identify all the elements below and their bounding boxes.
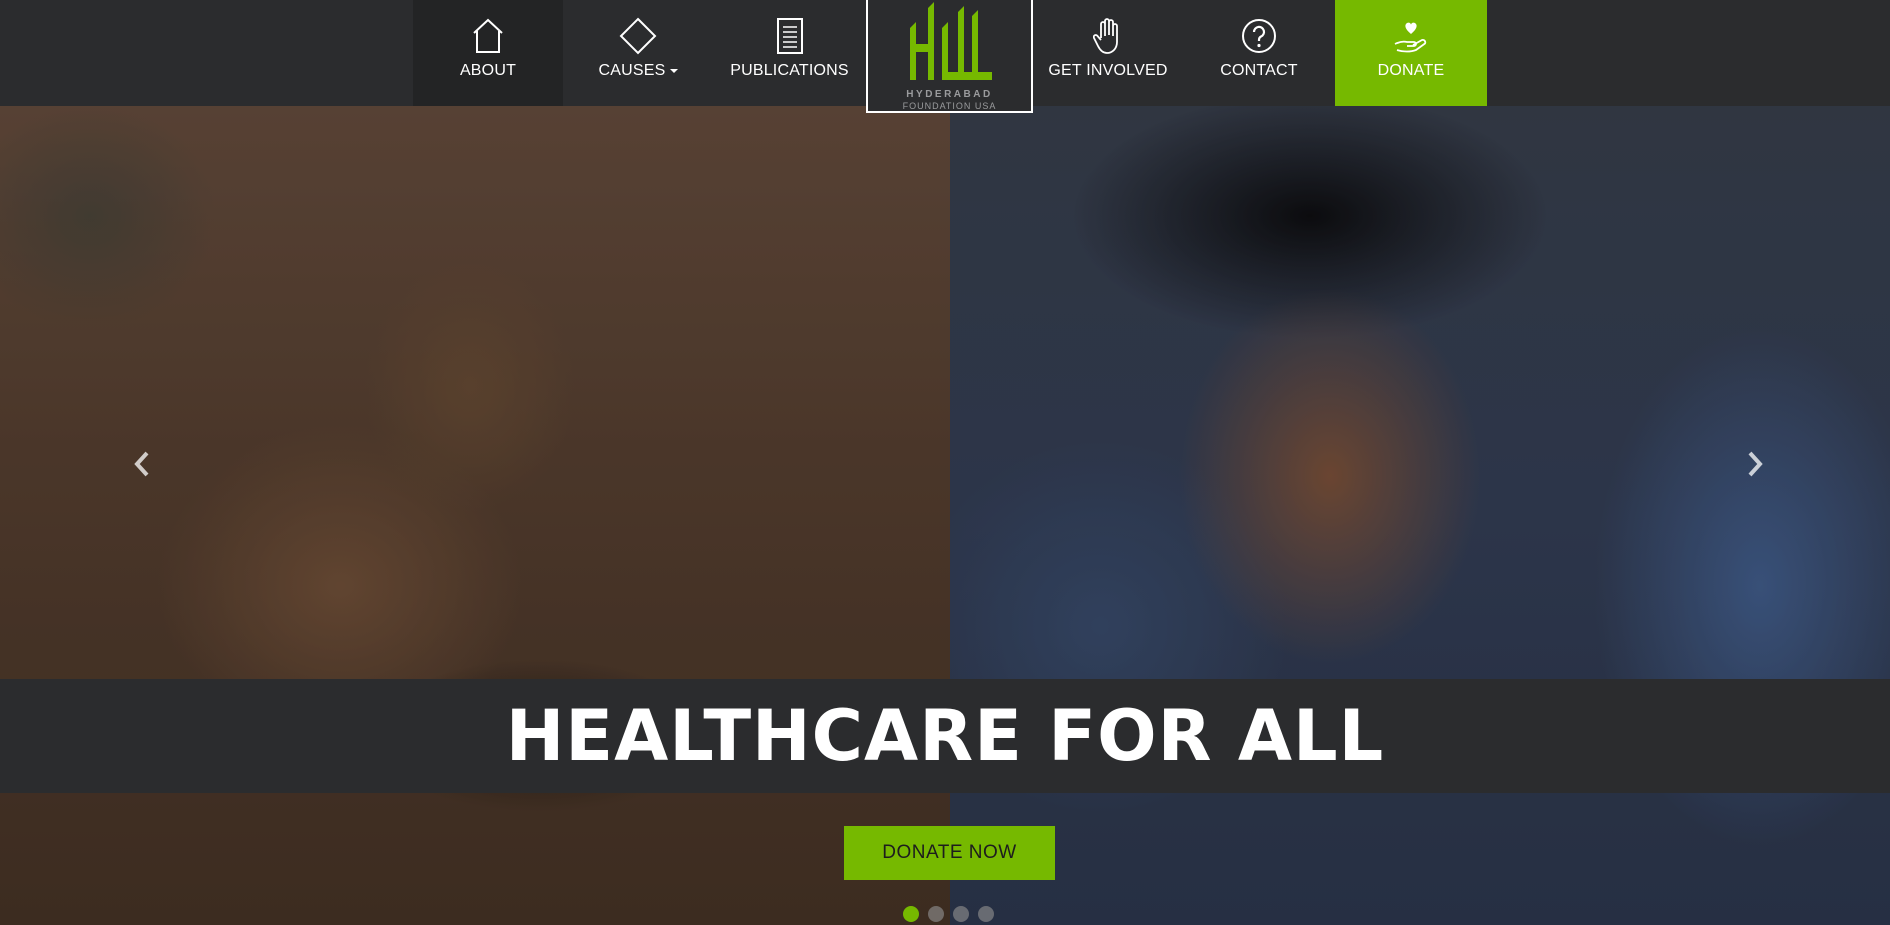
chevron-left-icon [132,449,152,484]
hero-carousel: HEALTHCARE FOR ALL DONATE NOW [0,106,1890,925]
hero-overlay [0,106,1890,925]
chevron-down-icon [669,68,678,73]
logo-text-hyderabad: HYDERABAD [906,89,993,100]
heart-in-hand-icon [1391,16,1431,56]
nav-item-contact[interactable]: CONTACT [1183,0,1335,106]
headline-band: HEALTHCARE FOR ALL [0,679,1890,793]
nav-item-label: ABOUT [459,62,517,79]
nav-item-label: PUBLICATIONS [730,62,849,79]
carousel-dot[interactable] [978,906,994,922]
house-icon [471,16,505,56]
carousel-dot[interactable] [928,906,944,922]
nav-item-label: CAUSES [598,62,666,79]
carousel-prev-button[interactable] [122,446,162,486]
page: ABOUT CAUSES PUBLICATIONS GET INVOLVED C [0,0,1890,925]
nav-item-label: GET INVOLVED [1048,62,1168,79]
nav-item-donate[interactable]: DONATE [1335,0,1487,106]
carousel-next-button[interactable] [1735,446,1775,486]
carousel-dot[interactable] [953,906,969,922]
carousel-dot[interactable] [903,906,919,922]
logo[interactable]: HYDERABAD FOUNDATION USA [866,0,1033,113]
logo-text-foundation: FOUNDATION USA [902,101,997,111]
carousel-indicators [903,906,994,922]
nav-item-publications[interactable]: PUBLICATIONS [713,0,866,106]
diamond-icon [618,16,658,56]
nav-item-get-involved[interactable]: GET INVOLVED [1033,0,1183,106]
question-circle-icon [1241,16,1277,56]
nav-item-causes[interactable]: CAUSES [563,0,713,106]
donate-now-button[interactable]: DONATE NOW [844,826,1055,880]
nav-item-label: CONTACT [1220,62,1298,79]
nav-item-label: DONATE [1377,62,1445,79]
chevron-right-icon [1745,449,1765,484]
top-navigation: ABOUT CAUSES PUBLICATIONS GET INVOLVED C [0,0,1890,113]
document-icon [776,16,804,56]
nav-item-about[interactable]: ABOUT [413,0,563,106]
raised-hand-icon [1093,16,1123,56]
logo-mark-icon [902,2,998,89]
hero-headline: HEALTHCARE FOR ALL [505,695,1385,777]
